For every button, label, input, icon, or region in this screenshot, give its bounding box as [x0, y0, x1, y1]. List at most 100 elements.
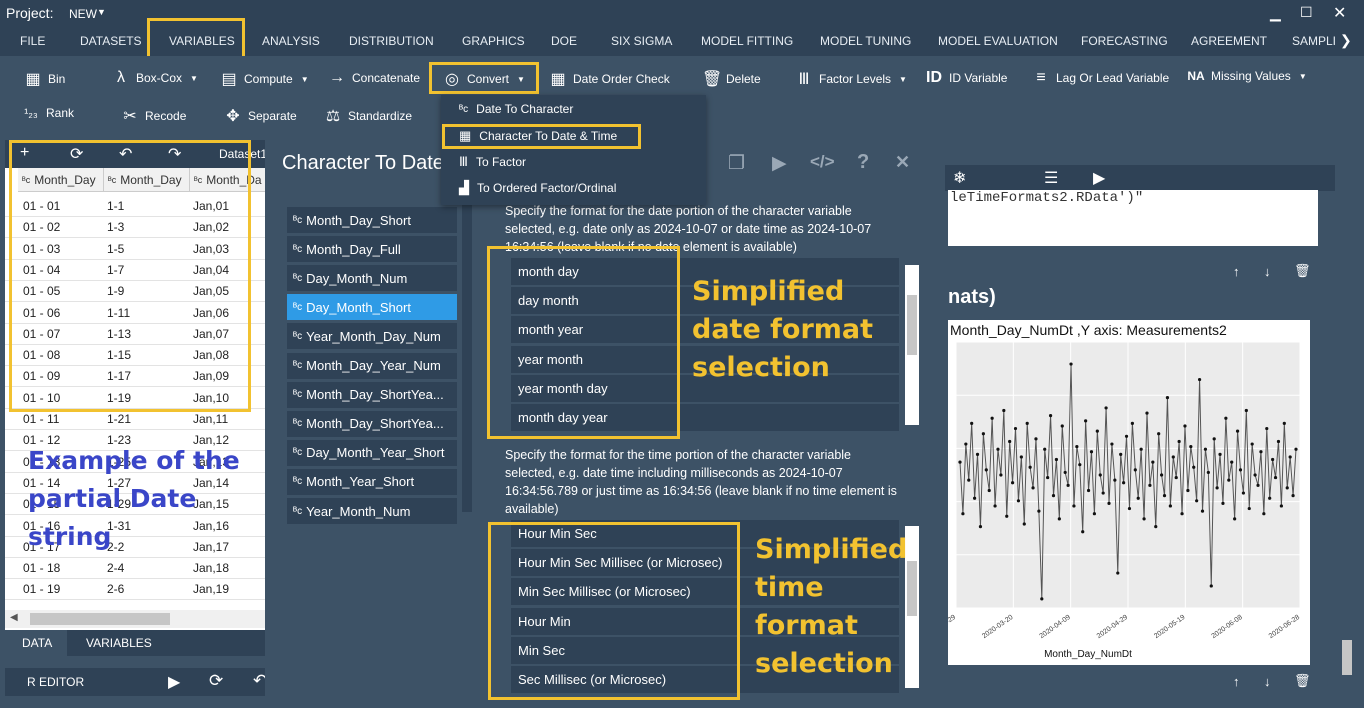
date-order-check-button[interactable]: ▦ Date Order Check	[549, 69, 669, 89]
tab-graphics[interactable]: GRAPHICS	[462, 34, 525, 48]
tab-variables-panel[interactable]: VARIABLES	[86, 636, 152, 650]
rank-button[interactable]: ¹₂₃ Rank	[22, 106, 74, 120]
table-cell[interactable]: Jan,06	[189, 303, 265, 324]
table-cell[interactable]: 01 - 04	[5, 260, 103, 281]
table-cell[interactable]: Jan,10	[189, 388, 265, 409]
chevron-right-icon[interactable]: ❯	[1340, 32, 1352, 49]
table-cell[interactable]: Jan,05	[189, 281, 265, 303]
bin-button[interactable]: ▦ Bin	[24, 69, 65, 89]
table-cell[interactable]: 01 - 09	[5, 366, 103, 388]
list-icon[interactable]: ☰	[1044, 168, 1058, 188]
table-cell[interactable]: 01 - 05	[5, 281, 103, 303]
table-cell[interactable]: Jan,11	[189, 409, 265, 430]
scroll-thumb[interactable]	[30, 613, 170, 625]
close-icon[interactable]: ✕	[1333, 3, 1346, 23]
tab-variables[interactable]: VARIABLES	[169, 34, 235, 48]
table-cell[interactable]: 1-15	[103, 345, 189, 367]
box-cox-button[interactable]: λ Box-Cox ▼	[112, 69, 198, 87]
variable-list-item[interactable]: ᴮc Day_Month_Num	[287, 265, 457, 292]
recode-button[interactable]: ✂ Recode	[121, 106, 186, 126]
code-editor[interactable]: leTimeFormats2.RData')"	[948, 190, 1318, 246]
tab-analysis[interactable]: ANALYSIS	[262, 34, 320, 48]
move-up-icon[interactable]: ↑	[1233, 674, 1240, 689]
variable-list-item[interactable]: ᴮc Day_Month_Year_Short	[287, 439, 457, 466]
undo-icon[interactable]: ↶	[119, 144, 132, 164]
separate-button[interactable]: ✥ Separate	[224, 106, 296, 126]
convert-button[interactable]: ◎ Convert ▼	[443, 69, 525, 89]
dataset-label[interactable]: Dataset1	[219, 147, 267, 161]
delete-icon[interactable]: 🗑	[1294, 673, 1311, 689]
table-cell[interactable]: Jan,03	[189, 239, 265, 260]
tab-distribution[interactable]: DISTRIBUTION	[349, 34, 434, 48]
tab-agreement[interactable]: AGREEMENT	[1191, 34, 1267, 48]
minimize-icon[interactable]: ▁	[1270, 5, 1281, 22]
copy-icon[interactable]: ❐	[728, 152, 745, 175]
tab-forecasting[interactable]: FORECASTING	[1081, 34, 1168, 48]
tab-sampling[interactable]: SAMPLI	[1292, 34, 1336, 48]
tab-data[interactable]: DATA	[22, 636, 52, 650]
table-cell[interactable]: 1-7	[103, 260, 189, 281]
table-cell[interactable]: 01 - 07	[5, 324, 103, 345]
code-icon[interactable]: </>	[810, 152, 835, 172]
table-cell[interactable]: 2-4	[103, 558, 189, 580]
variable-list-item[interactable]: ᴮc Year_Month_Day_Num	[287, 323, 457, 350]
tab-datasets[interactable]: DATASETS	[80, 34, 142, 48]
menu-item-date-to-character[interactable]: ᴮc Date To Character	[459, 102, 573, 116]
variable-list-item[interactable]: ᴮc Year_Month_Num	[287, 498, 457, 524]
id-variable-button[interactable]: ID ID Variable	[925, 69, 1007, 87]
table-cell[interactable]: Jan,18	[189, 558, 265, 580]
move-up-icon[interactable]: ↑	[1233, 264, 1240, 279]
table-cell[interactable]: 1-11	[103, 303, 189, 324]
variable-list-item[interactable]: ᴮc Month_Day_Short	[287, 207, 457, 233]
standardize-button[interactable]: ⚖ Standardize	[324, 106, 412, 126]
run-icon[interactable]: ▶	[1093, 168, 1105, 188]
table-cell[interactable]: Jan,19	[189, 579, 265, 601]
output-scrollbar[interactable]	[1342, 640, 1352, 675]
refresh-icon[interactable]: ⟳	[209, 671, 223, 691]
date-scrollbar[interactable]	[905, 265, 919, 425]
table-cell[interactable]: Jan,07	[189, 324, 265, 345]
table-cell[interactable]: 1-1	[103, 196, 189, 217]
add-icon[interactable]: +	[20, 144, 29, 162]
snowflake-icon[interactable]: ❄	[953, 168, 966, 188]
variable-list-scrollbar[interactable]	[462, 186, 472, 512]
missing-values-button[interactable]: NA Missing Values ▼	[1187, 69, 1306, 83]
variable-list-item[interactable]: ᴮc Month_Day_Full	[287, 236, 457, 263]
table-cell[interactable]: 1-17	[103, 366, 189, 388]
horizontal-scrollbar[interactable]: ◀	[5, 610, 265, 628]
tab-model-evaluation[interactable]: MODEL EVALUATION	[938, 34, 1058, 48]
table-cell[interactable]: 1-19	[103, 388, 189, 409]
run-icon[interactable]: ▶	[772, 152, 787, 175]
table-cell[interactable]: Jan,01	[189, 196, 265, 217]
maximize-icon[interactable]: ☐	[1300, 4, 1313, 21]
project-name[interactable]: NEW	[69, 7, 97, 21]
move-down-icon[interactable]: ↓	[1264, 264, 1271, 279]
table-cell[interactable]: Jan,02	[189, 217, 265, 239]
menu-item-character-to-date[interactable]: ▦ Character To Date & Time	[459, 128, 617, 144]
table-cell[interactable]: 1-21	[103, 409, 189, 430]
run-icon[interactable]: ▶	[168, 672, 180, 692]
table-cell[interactable]: 01 - 11	[5, 409, 103, 430]
scroll-left-icon[interactable]: ◀	[10, 612, 18, 623]
help-icon[interactable]: ?	[857, 151, 869, 174]
delete-button[interactable]: 🗑 Delete	[702, 69, 761, 89]
lag-lead-button[interactable]: ≡ Lag Or Lead Variable	[1032, 69, 1169, 87]
chevron-down-icon[interactable]: ▼	[97, 7, 106, 17]
menu-item-to-ordered-factor[interactable]: ▟ To Ordered Factor/Ordinal	[459, 180, 616, 196]
refresh-icon[interactable]: ⟳	[70, 144, 83, 164]
table-cell[interactable]: 1-13	[103, 324, 189, 345]
format-option[interactable]: month day year	[511, 404, 899, 431]
r-editor-label[interactable]: R EDITOR	[27, 675, 84, 689]
variable-list-item[interactable]: ᴮc Day_Month_Short	[287, 294, 457, 321]
table-cell[interactable]: Jan,08	[189, 345, 265, 367]
table-cell[interactable]: 01 - 19	[5, 579, 103, 601]
tab-model-fitting[interactable]: MODEL FITTING	[701, 34, 793, 48]
column-header[interactable]: ᴮc Month_Day	[18, 168, 103, 192]
table-cell[interactable]: Jan,04	[189, 260, 265, 281]
table-cell[interactable]: 01 - 03	[5, 239, 103, 260]
variable-list-item[interactable]: ᴮc Month_Day_ShortYea...	[287, 410, 457, 437]
table-cell[interactable]: 1-5	[103, 239, 189, 260]
table-cell[interactable]: 01 - 18	[5, 558, 103, 580]
menu-item-to-factor[interactable]: Ⅲ To Factor	[459, 154, 526, 170]
column-header[interactable]: ᴮc Month_Day	[103, 168, 189, 192]
